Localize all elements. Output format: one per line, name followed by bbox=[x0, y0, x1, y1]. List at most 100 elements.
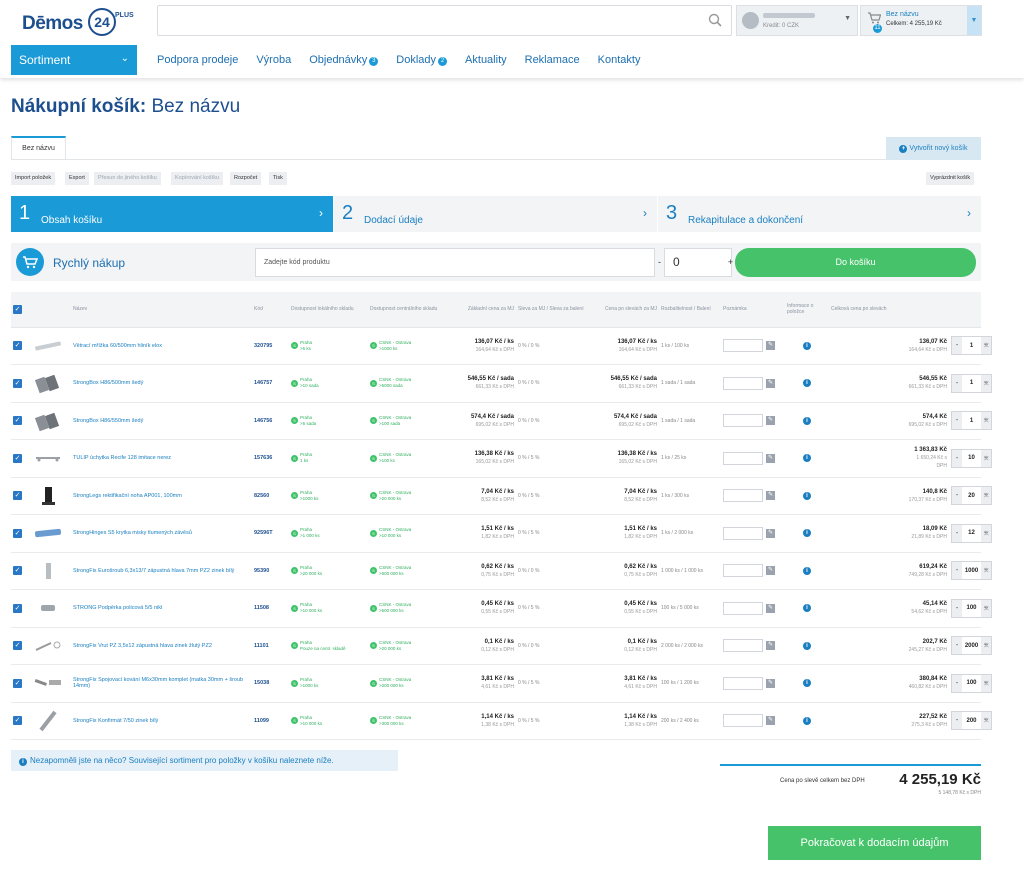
info-icon[interactable]: i bbox=[803, 454, 811, 463]
sortiment-menu[interactable]: Sortiment ⌄ bbox=[11, 45, 137, 75]
note-input[interactable] bbox=[723, 376, 763, 390]
edit-icon[interactable]: ✎ bbox=[766, 716, 775, 726]
new-cart-button[interactable]: + Vytvořit nový košík bbox=[886, 137, 981, 160]
row-checkbox[interactable]: ✓ bbox=[13, 641, 22, 651]
product-image[interactable] bbox=[33, 560, 63, 582]
product-name-link[interactable]: StrongBox H86/550mm šedý bbox=[73, 418, 143, 424]
product-name-link[interactable]: TULIP úchytka Recife 128 imitace nerez bbox=[73, 455, 171, 461]
note-input[interactable] bbox=[723, 714, 763, 728]
qty-minus[interactable]: - bbox=[952, 712, 962, 730]
add-to-cart-button[interactable]: Do košíku bbox=[735, 248, 976, 277]
qty-value[interactable]: 12 bbox=[962, 530, 981, 536]
quick-qty-input[interactable]: 0 bbox=[664, 248, 732, 277]
user-account[interactable]: Kredit: 0 CZK ▼ bbox=[736, 5, 858, 36]
product-image[interactable] bbox=[33, 485, 63, 507]
row-checkbox[interactable]: ✓ bbox=[13, 416, 22, 426]
note-input[interactable] bbox=[723, 489, 763, 503]
header-cart[interactable]: 11 Bez názvu Celkem: 4 255,19 Kč ▼ bbox=[860, 5, 982, 36]
qty-minus[interactable]: - bbox=[952, 674, 962, 692]
toolbar-button-3[interactable]: Kopírování košíku bbox=[171, 172, 224, 185]
step-delivery[interactable]: 2 Dodací údaje › bbox=[334, 196, 657, 232]
qty-minus[interactable]: - bbox=[952, 487, 962, 505]
edit-icon[interactable]: ✎ bbox=[766, 378, 775, 388]
row-checkbox[interactable]: ✓ bbox=[13, 603, 22, 613]
note-input[interactable] bbox=[723, 601, 763, 615]
row-checkbox[interactable]: ✓ bbox=[13, 566, 22, 576]
qty-minus[interactable]: - bbox=[952, 412, 962, 430]
qty-minus[interactable]: - bbox=[952, 449, 962, 467]
toolbar-button-4[interactable]: Rozpočet bbox=[230, 172, 262, 185]
related-products-notice[interactable]: i Nezapomněli jste na něco? Související s… bbox=[11, 750, 398, 771]
product-image[interactable] bbox=[33, 410, 63, 432]
product-name-link[interactable]: StrongHinges S5 krytka misky tlumených z… bbox=[73, 530, 192, 536]
nav-item-0[interactable]: Podpora prodeje bbox=[157, 54, 238, 66]
empty-cart-button[interactable]: Vyprázdnit košík bbox=[926, 172, 975, 185]
qty-value[interactable]: 10 bbox=[962, 455, 981, 461]
toolbar-button-2[interactable]: Přesun do jiného košíku bbox=[94, 172, 161, 185]
product-name-link[interactable]: StrongBox H86/500mm šedý bbox=[73, 380, 143, 386]
qty-value[interactable]: 1 bbox=[962, 418, 981, 424]
toolbar-button-1[interactable]: Export bbox=[65, 172, 89, 185]
quick-qty-plus[interactable]: + bbox=[726, 248, 735, 277]
info-icon[interactable]: i bbox=[803, 491, 811, 500]
product-image[interactable] bbox=[33, 522, 63, 544]
tab-cart[interactable]: Bez názvu bbox=[11, 136, 66, 160]
product-name-link[interactable]: StrongFix Eurošroub 6,3x13/7 zápustná hl… bbox=[73, 568, 234, 574]
nav-item-4[interactable]: Aktuality bbox=[465, 54, 507, 66]
nav-item-6[interactable]: Kontakty bbox=[598, 54, 641, 66]
product-name-link[interactable]: StrongFix Vrut PZ 3,5x12 zápustná hlava … bbox=[73, 643, 212, 649]
product-name-link[interactable]: StrongFix Konfirmát 7/50 zinek bílý bbox=[73, 718, 158, 724]
row-checkbox[interactable]: ✓ bbox=[13, 716, 22, 726]
step-recap[interactable]: 3 Rekapitulace a dokončení › bbox=[658, 196, 981, 232]
edit-icon[interactable]: ✎ bbox=[766, 341, 775, 351]
info-icon[interactable]: i bbox=[803, 641, 811, 650]
product-image[interactable] bbox=[33, 372, 63, 394]
row-checkbox[interactable]: ✓ bbox=[13, 678, 22, 688]
edit-icon[interactable]: ✎ bbox=[766, 528, 775, 538]
nav-item-5[interactable]: Reklamace bbox=[525, 54, 580, 66]
nav-item-1[interactable]: Výroba bbox=[256, 54, 291, 66]
info-icon[interactable]: i bbox=[803, 379, 811, 388]
toolbar-button-5[interactable]: Tisk bbox=[269, 172, 287, 185]
note-input[interactable] bbox=[723, 676, 763, 690]
qty-value[interactable]: 1 bbox=[962, 380, 981, 386]
product-image[interactable] bbox=[33, 710, 63, 732]
row-checkbox[interactable]: ✓ bbox=[13, 491, 22, 501]
product-name-link[interactable]: Větrací mřížka 60/500mm hliník elox bbox=[73, 343, 162, 349]
product-name-link[interactable]: StrongFix Spojovací kování M6x30mm kompl… bbox=[73, 677, 243, 689]
cart-dropdown-icon[interactable]: ▼ bbox=[967, 6, 981, 35]
row-checkbox[interactable]: ✓ bbox=[13, 341, 22, 351]
note-input[interactable] bbox=[723, 414, 763, 428]
product-code-input[interactable]: Zadejte kód produktu bbox=[255, 248, 655, 277]
logo[interactable]: Dēmos 24 PLUS bbox=[22, 6, 134, 38]
edit-icon[interactable]: ✎ bbox=[766, 641, 775, 651]
qty-minus[interactable]: - bbox=[952, 637, 962, 655]
quick-qty-minus[interactable]: - bbox=[655, 248, 664, 277]
row-checkbox[interactable]: ✓ bbox=[13, 378, 22, 388]
qty-value[interactable]: 100 bbox=[962, 605, 981, 611]
qty-value[interactable]: 100 bbox=[962, 680, 981, 686]
product-image[interactable] bbox=[33, 597, 63, 619]
product-image[interactable] bbox=[33, 447, 63, 469]
edit-icon[interactable]: ✎ bbox=[766, 678, 775, 688]
product-image[interactable] bbox=[33, 672, 63, 694]
qty-minus[interactable]: - bbox=[952, 524, 962, 542]
qty-minus[interactable]: - bbox=[952, 337, 962, 355]
continue-button[interactable]: Pokračovat k dodacím údajům bbox=[768, 826, 981, 860]
step-cart-content[interactable]: 1 Obsah košíku › bbox=[11, 196, 333, 232]
qty-value[interactable]: 1 bbox=[962, 343, 981, 349]
qty-value[interactable]: 20 bbox=[962, 493, 981, 499]
row-checkbox[interactable]: ✓ bbox=[13, 528, 22, 538]
info-icon[interactable]: i bbox=[803, 529, 811, 538]
edit-icon[interactable]: ✎ bbox=[766, 566, 775, 576]
note-input[interactable] bbox=[723, 564, 763, 578]
search-input[interactable] bbox=[157, 5, 732, 36]
nav-item-3[interactable]: Doklady 2 bbox=[396, 54, 448, 66]
qty-minus[interactable]: - bbox=[952, 374, 962, 392]
qty-minus[interactable]: - bbox=[952, 599, 962, 617]
toolbar-button-0[interactable]: Import položek bbox=[11, 172, 56, 185]
edit-icon[interactable]: ✎ bbox=[766, 491, 775, 501]
info-icon[interactable]: i bbox=[803, 604, 811, 613]
qty-value[interactable]: 200 bbox=[962, 718, 981, 724]
note-input[interactable] bbox=[723, 526, 763, 540]
